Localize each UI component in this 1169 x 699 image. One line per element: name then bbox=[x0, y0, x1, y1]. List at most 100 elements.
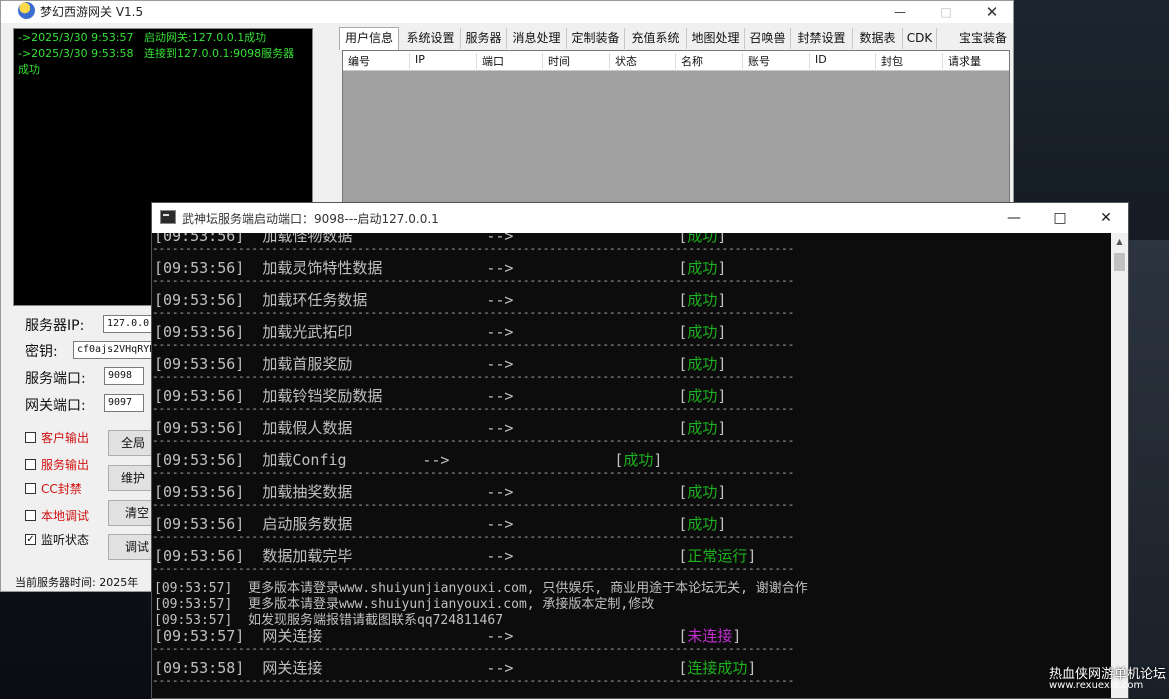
log-status: 成功 bbox=[687, 233, 718, 245]
console-line: [09:53:56] 加载怪物数据 --> [成功] bbox=[154, 233, 726, 245]
log-arrow: --> bbox=[486, 387, 514, 405]
checkbox-client-output[interactable]: 客户输出 bbox=[25, 429, 89, 446]
log-status: 成功 bbox=[687, 259, 718, 277]
checkbox-cc-ban[interactable]: CC封禁 bbox=[25, 480, 82, 497]
maximize-button[interactable]: □ bbox=[923, 1, 969, 23]
user-table[interactable]: 编号 IP 端口 时间 状态 名称 账号 ID 封包 请求量 bbox=[342, 50, 1010, 212]
console-separator: ----------------------------------------… bbox=[152, 469, 795, 477]
column-header[interactable]: 编号 bbox=[343, 53, 410, 69]
console-minimize-button[interactable]: — bbox=[991, 203, 1037, 233]
console-maximize-button[interactable]: □ bbox=[1037, 203, 1083, 233]
log-timestamp: [09:53:57] bbox=[154, 597, 233, 612]
tab-summon[interactable]: 召唤兽 bbox=[745, 28, 791, 49]
gateway-titlebar[interactable]: 梦幻西游网关 V1.5 — □ ✕ bbox=[1, 1, 1013, 23]
console-line: [09:53:56] 加载Config --> [成功] bbox=[154, 451, 663, 469]
log-arrow: --> bbox=[486, 259, 514, 277]
console-note: [09:53:57] 更多版本请登录www.shuiyunjianyouxi.c… bbox=[154, 581, 808, 597]
log-status: 成功 bbox=[687, 323, 718, 341]
scroll-up-arrow-icon[interactable]: ▲ bbox=[1111, 233, 1128, 250]
checkbox-box[interactable] bbox=[25, 483, 36, 494]
log-message: 更多版本请登录www.shuiyunjianyouxi.com, 承接版本定制,… bbox=[247, 597, 655, 612]
log-timestamp: [09:53:56] bbox=[154, 547, 245, 565]
log-message: 加载抽奖数据 bbox=[262, 483, 353, 501]
console-close-button[interactable]: ✕ bbox=[1083, 203, 1129, 233]
close-button[interactable]: ✕ bbox=[969, 1, 1015, 23]
checkmark-icon[interactable]: ✓ bbox=[25, 534, 36, 545]
checkbox-local-debug[interactable]: 本地调试 bbox=[25, 507, 89, 524]
checkbox-label: 服务输出 bbox=[41, 458, 90, 472]
key-input[interactable]: cf0ajs2VHqRYR bbox=[73, 341, 163, 359]
console-titlebar[interactable]: 武神坛服务端启动端口：9098---启动127.0.0.1 — □ ✕ bbox=[152, 203, 1128, 233]
console-separator: ----------------------------------------… bbox=[152, 565, 795, 573]
log-timestamp: [09:53:56] bbox=[154, 419, 245, 437]
app-logo-icon bbox=[18, 2, 35, 19]
column-header[interactable]: ID bbox=[810, 53, 876, 69]
tab-cdk[interactable]: CDK bbox=[903, 28, 937, 49]
tab-messages[interactable]: 消息处理 bbox=[507, 28, 567, 49]
log-timestamp: [09:53:57] bbox=[154, 581, 233, 596]
scroll-thumb[interactable] bbox=[1114, 253, 1125, 271]
tab-pet-equipment[interactable]: 宝宝装备 bbox=[951, 28, 1015, 49]
console-output[interactable]: [09:53:56] 加载怪物数据 --> [成功] ----------------… bbox=[152, 233, 1111, 698]
checkbox-label: 本地调试 bbox=[41, 509, 90, 523]
tab-recharge[interactable]: 充值系统 bbox=[625, 28, 687, 49]
log-timestamp: [09:53:57] bbox=[154, 613, 233, 628]
tab-map[interactable]: 地图处理 bbox=[687, 28, 745, 49]
log-status: 成功 bbox=[687, 387, 718, 405]
table-header: 编号 IP 端口 时间 状态 名称 账号 ID 封包 请求量 bbox=[343, 51, 1009, 71]
console-line: [09:53:56] 加载光武拓印 --> [成功] bbox=[154, 323, 727, 341]
tab-server[interactable]: 服务器 bbox=[461, 28, 507, 49]
log-message: 加载怪物数据 bbox=[262, 233, 353, 245]
column-header[interactable]: 名称 bbox=[676, 53, 743, 69]
console-separator: ----------------------------------------… bbox=[152, 437, 795, 445]
column-header[interactable]: 封包 bbox=[876, 53, 943, 69]
checkbox-box[interactable] bbox=[25, 432, 36, 443]
console-scrollbar[interactable]: ▲ bbox=[1111, 233, 1128, 698]
tab-user-info[interactable]: 用户信息 bbox=[339, 27, 399, 50]
checkbox-server-output[interactable]: 服务输出 bbox=[25, 456, 89, 473]
console-line: [09:53:56] 加载假人数据 --> [成功] bbox=[154, 419, 727, 437]
log-status: 成功 bbox=[687, 291, 718, 309]
tab-ban-settings[interactable]: 封禁设置 bbox=[791, 28, 853, 49]
log-line: ->2025/3/30 9:53:57 启动网关:127.0.0.1成功 bbox=[18, 31, 267, 44]
column-header[interactable]: 账号 bbox=[743, 53, 810, 69]
console-separator: ----------------------------------------… bbox=[152, 501, 795, 509]
log-arrow: --> bbox=[422, 451, 450, 469]
checkbox-listen-state[interactable]: ✓ 监听状态 bbox=[25, 531, 89, 548]
log-status: 成功 bbox=[623, 451, 654, 469]
log-timestamp: [09:53:56] bbox=[154, 323, 245, 341]
checkbox-box[interactable] bbox=[25, 459, 36, 470]
minimize-button[interactable]: — bbox=[877, 1, 923, 23]
log-status: 正常运行 bbox=[687, 547, 748, 565]
log-message: 如发现服务端报错请截图联系qq724811467 bbox=[247, 613, 504, 628]
column-header[interactable]: IP bbox=[410, 53, 477, 69]
checkbox-box[interactable] bbox=[25, 510, 36, 521]
log-message: 更多版本请登录www.shuiyunjianyouxi.com, 只供娱乐, 商… bbox=[247, 581, 808, 596]
log-timestamp: [09:53:57] bbox=[154, 627, 245, 645]
server-port-input[interactable]: 9098 bbox=[104, 367, 144, 385]
console-separator: ----------------------------------------… bbox=[152, 245, 795, 253]
console-line: [09:53:58] 网关连接 --> [连接成功] bbox=[154, 659, 757, 677]
console-separator: ----------------------------------------… bbox=[152, 373, 795, 381]
key-label: 密钥: bbox=[25, 344, 58, 360]
server-port-label: 服务端口: bbox=[25, 371, 86, 387]
console-line: [09:53:56] 加载抽奖数据 --> [成功] bbox=[154, 483, 727, 501]
column-header[interactable]: 请求量 bbox=[943, 53, 1009, 69]
tab-custom-equipment[interactable]: 定制装备 bbox=[567, 28, 625, 49]
console-window: 武神坛服务端启动端口：9098---启动127.0.0.1 — □ ✕ [09:… bbox=[151, 202, 1129, 699]
tab-data-table[interactable]: 数据表 bbox=[853, 28, 903, 49]
log-message: 加载光武拓印 bbox=[262, 323, 353, 341]
column-header[interactable]: 时间 bbox=[543, 53, 610, 69]
log-timestamp: [09:53:56] bbox=[154, 387, 245, 405]
column-header[interactable]: 端口 bbox=[477, 53, 543, 69]
watermark-url: www.rexuexia.com bbox=[1049, 680, 1144, 691]
console-separator: ----------------------------------------… bbox=[152, 341, 795, 349]
console-separator: ----------------------------------------… bbox=[152, 645, 795, 653]
log-message: 加载假人数据 bbox=[262, 419, 353, 437]
column-header[interactable]: 状态 bbox=[610, 53, 676, 69]
gateway-port-input[interactable]: 9097 bbox=[104, 394, 144, 412]
tab-system-settings[interactable]: 系统设置 bbox=[401, 28, 461, 49]
console-title: 武神坛服务端启动端口：9098---启动127.0.0.1 bbox=[182, 212, 439, 226]
console-line: [09:53:56] 启动服务数据 --> [成功] bbox=[154, 515, 727, 533]
log-status: 成功 bbox=[687, 483, 718, 501]
